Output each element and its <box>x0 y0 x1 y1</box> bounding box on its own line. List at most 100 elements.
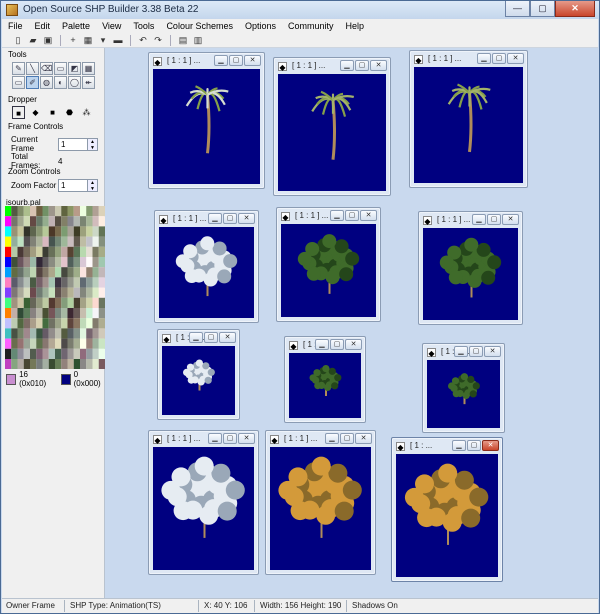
child-maximize-button[interactable]: ▢ <box>345 210 359 221</box>
child-maximize-button[interactable]: ▢ <box>223 213 237 224</box>
shp-child-window[interactable]: ◆[ 1 : 1 ] ...▁▢✕ <box>422 343 505 433</box>
child-close-button[interactable]: ✕ <box>507 53 524 64</box>
child-close-button[interactable]: ✕ <box>360 210 377 221</box>
zoom-factor-input[interactable]: 1 <box>58 179 88 192</box>
grid-icon[interactable]: ▦ <box>82 35 94 46</box>
child-title-bar[interactable]: ◆[ 1 : 1 ] ...▁▢✕ <box>422 214 519 227</box>
menu-tools[interactable]: Tools <box>127 19 160 33</box>
child-maximize-button[interactable]: ▢ <box>355 60 369 71</box>
shp-child-window[interactable]: ◆[ 1 : 1 ] ...▁▢✕ <box>276 207 381 322</box>
child-maximize-button[interactable]: ▢ <box>492 53 506 64</box>
child-title-bar[interactable]: ◆[ 1 : 1 ] ...▁▢✕ <box>152 433 255 446</box>
sprite-canvas[interactable] <box>278 74 386 191</box>
sprite-canvas[interactable] <box>162 346 235 415</box>
sprite-canvas[interactable] <box>153 69 260 184</box>
child-maximize-button[interactable]: ▢ <box>204 332 218 343</box>
child-maximize-button[interactable]: ▢ <box>340 433 354 444</box>
sprite-canvas[interactable] <box>427 360 500 428</box>
child-minimize-button[interactable]: ▁ <box>330 210 344 221</box>
minimize-button[interactable]: — <box>505 1 530 17</box>
child-maximize-button[interactable]: ▢ <box>330 339 344 350</box>
menu-view[interactable]: View <box>96 19 127 33</box>
select-rect-icon[interactable]: ▭ <box>12 76 25 89</box>
shp-child-window[interactable]: ◆[ 1 : 1 ] ...▁▢✕ <box>273 57 391 196</box>
sprite-canvas[interactable] <box>281 224 376 317</box>
line-icon[interactable]: ╲ <box>26 62 39 75</box>
close-button[interactable]: ✕ <box>555 1 595 17</box>
child-title-bar[interactable]: ◆ [ 1 : ... ▁ ▢ ✕ <box>395 440 499 453</box>
palette-grid[interactable] <box>5 206 105 369</box>
child-maximize-button[interactable]: ▢ <box>229 55 243 66</box>
child-minimize-button[interactable]: ▁ <box>452 440 466 451</box>
dropper-option[interactable]: ⬣ <box>63 106 76 119</box>
child-minimize-button[interactable]: ▁ <box>340 60 354 71</box>
shp-child-window[interactable]: ◆[ 1 : 1 ] ...▁▢✕ <box>409 50 528 188</box>
zoom-factor-spinner[interactable]: ▲ ▼ <box>88 179 98 192</box>
shp-child-window[interactable]: ◆[ 1 : 1 ] ...▁▢✕ <box>148 52 265 189</box>
dropper-icon[interactable]: ✐ <box>26 76 39 89</box>
eraser-icon[interactable]: ⌫ <box>40 62 53 75</box>
child-close-button[interactable]: ✕ <box>345 339 362 350</box>
child-maximize-button[interactable]: ▢ <box>487 214 501 225</box>
child-minimize-button[interactable]: ▁ <box>214 55 228 66</box>
menu-palette[interactable]: Palette <box>56 19 96 33</box>
left-color-swatch[interactable] <box>6 373 17 385</box>
dropper-option[interactable]: ■ <box>12 106 25 119</box>
brush-icon[interactable]: ↞ <box>82 76 95 89</box>
sprite-canvas[interactable] <box>396 454 498 577</box>
child-title-bar[interactable]: ◆[ 1 : 1 ] ...▁▢✕ <box>277 60 387 73</box>
child-title-bar[interactable]: ◆[ 1 : 1 ] ...▁▢✕ <box>152 55 261 68</box>
child-maximize-button[interactable]: ▢ <box>469 346 483 357</box>
crosshair-icon[interactable]: + <box>67 35 79 46</box>
dropper-option[interactable]: ◆ <box>29 106 42 119</box>
maximize-button[interactable]: ▢ <box>530 1 555 17</box>
child-close-button[interactable]: ✕ <box>238 213 255 224</box>
child-title-bar[interactable]: ◆[ 1 : 1 ] ...▁▢✕ <box>426 346 501 359</box>
flat-icon[interactable]: ▬ <box>112 35 124 46</box>
sprite-canvas[interactable] <box>423 228 518 320</box>
child-close-button[interactable]: ✕ <box>355 433 372 444</box>
child-maximize-button[interactable]: ▢ <box>223 433 237 444</box>
menu-edit[interactable]: Edit <box>29 19 57 33</box>
child-close-button[interactable]: ✕ <box>219 332 236 343</box>
dropper-option[interactable]: ⁂ <box>80 106 93 119</box>
shp-child-window[interactable]: ◆[ 1 : 1 ] ...▁▢✕ <box>418 211 523 325</box>
bucket-icon[interactable]: ◍ <box>40 76 53 89</box>
child-minimize-button[interactable]: ▁ <box>472 214 486 225</box>
smudge-icon[interactable]: ◐ <box>54 76 67 89</box>
child-close-button[interactable]: ✕ <box>244 55 261 66</box>
child-title-bar[interactable]: ◆[ 1 : 1 ] ...▁▢✕ <box>280 210 377 223</box>
child-title-bar[interactable]: ◆[ 1 : 1 ] ...▁▢✕ <box>413 53 524 66</box>
child-minimize-button[interactable]: ▁ <box>315 339 329 350</box>
sprite-canvas[interactable] <box>414 67 523 183</box>
menu-help[interactable]: Help <box>340 19 371 33</box>
menu-colour-schemes[interactable]: Colour Schemes <box>160 19 239 33</box>
menu-options[interactable]: Options <box>239 19 282 33</box>
rectangle-icon[interactable]: ▭ <box>54 62 67 75</box>
shp-child-window[interactable]: ◆[ 1 : 1 ] ...▁▢✕ <box>265 430 376 575</box>
child-title-bar[interactable]: ◆[ 1 : 1 ] ...▁▢✕ <box>269 433 372 446</box>
crop-icon[interactable]: ▦ <box>82 62 95 75</box>
child-minimize-button[interactable]: ▁ <box>454 346 468 357</box>
new-icon[interactable]: ▯ <box>12 35 24 46</box>
app-icon[interactable] <box>6 4 18 16</box>
child-minimize-button[interactable]: ▁ <box>208 433 222 444</box>
open-icon[interactable]: ▰ <box>27 35 39 46</box>
child-close-button[interactable]: ✕ <box>370 60 387 71</box>
shp-child-window[interactable]: ◆[ 1 : 1 ] ...▁▢✕ <box>154 210 259 323</box>
chevron-down-icon[interactable]: ▾ <box>97 35 109 46</box>
shp-child-window[interactable]: ◆[ 1 : 1 ] ...▁▢✕ <box>157 329 240 420</box>
title-bar[interactable]: Open Source SHP Builder 3.38 Beta 22 — ▢… <box>1 1 599 19</box>
child-minimize-button[interactable]: ▁ <box>208 213 222 224</box>
menu-file[interactable]: File <box>2 19 29 33</box>
current-frame-spinner[interactable]: ▲ ▼ <box>88 137 98 151</box>
dropper-option[interactable]: ■ <box>46 106 59 119</box>
child-close-button[interactable]: ✕ <box>482 440 499 451</box>
shp-child-window[interactable]: ◆[ 1 : 1 ] ...▁▢✕ <box>284 336 366 423</box>
book-icon[interactable]: ▥ <box>192 35 204 46</box>
redo-icon[interactable]: ↷ <box>152 35 164 46</box>
child-title-bar[interactable]: ◆[ 1 : 1 ] ...▁▢✕ <box>161 332 236 345</box>
preview-icon[interactable]: ▤ <box>177 35 189 46</box>
child-close-button[interactable]: ✕ <box>238 433 255 444</box>
child-close-button[interactable]: ✕ <box>502 214 519 225</box>
